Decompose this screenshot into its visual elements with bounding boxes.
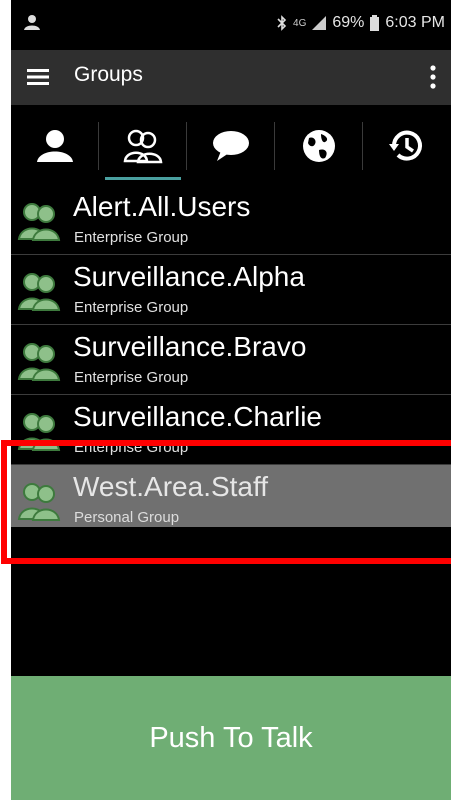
groups-icon [123, 129, 163, 164]
group-type: Enterprise Group [74, 369, 189, 386]
group-name: Surveillance.Bravo [73, 331, 307, 362]
battery-icon [370, 15, 380, 31]
globe-icon [303, 130, 335, 162]
chat-icon [213, 131, 249, 161]
contact-icon [37, 130, 73, 162]
group-icon [17, 273, 61, 311]
hamburger-menu-icon[interactable] [27, 67, 49, 87]
tab-contacts[interactable] [11, 112, 99, 180]
signal-icon [312, 16, 327, 30]
tab-world[interactable] [275, 112, 363, 180]
history-icon [389, 130, 422, 161]
group-type: Enterprise Group [74, 299, 189, 316]
tab-groups[interactable] [99, 112, 187, 180]
group-type: Personal Group [74, 509, 180, 526]
group-name: Alert.All.Users [73, 191, 251, 222]
bluetooth-icon [277, 15, 287, 31]
phone-screen: 4G 69% 6:03 PM Groups Alert.All.Users En… [11, 0, 451, 800]
group-item-surveillance-charlie[interactable]: Surveillance.Charlie Enterprise Group [11, 395, 451, 465]
group-name: Surveillance.Alpha [73, 261, 305, 292]
tab-history[interactable] [363, 112, 451, 180]
group-list: Alert.All.Users Enterprise Group Surveil… [11, 185, 451, 527]
group-type: Enterprise Group [74, 439, 189, 456]
group-item-surveillance-bravo[interactable]: Surveillance.Bravo Enterprise Group [11, 325, 451, 395]
battery-percent: 69% [332, 14, 365, 31]
tab-bar [11, 112, 451, 180]
app-notification-icon [24, 15, 40, 30]
group-type: Enterprise Group [74, 229, 189, 246]
clock: 6:03 PM [385, 14, 445, 31]
push-to-talk-button[interactable]: Push To Talk [11, 676, 451, 800]
group-name: West.Area.Staff [73, 471, 269, 502]
group-item-alert-all-users[interactable]: Alert.All.Users Enterprise Group [11, 185, 451, 255]
group-item-surveillance-alpha[interactable]: Surveillance.Alpha Enterprise Group [11, 255, 451, 325]
group-item-west-area-staff[interactable]: West.Area.Staff Personal Group [11, 465, 451, 527]
app-bar: Groups [11, 50, 451, 105]
group-name: Surveillance.Charlie [73, 401, 323, 432]
group-icon [17, 343, 61, 381]
group-icon [17, 483, 61, 521]
status-bar: 4G 69% 6:03 PM [11, 0, 451, 50]
page-title: Groups [74, 63, 143, 86]
overflow-menu-icon[interactable] [429, 64, 437, 90]
tab-selected-indicator [105, 177, 181, 180]
group-icon [17, 413, 61, 451]
tab-messages[interactable] [187, 112, 275, 180]
network-type: 4G [293, 17, 307, 29]
group-icon [17, 203, 61, 241]
